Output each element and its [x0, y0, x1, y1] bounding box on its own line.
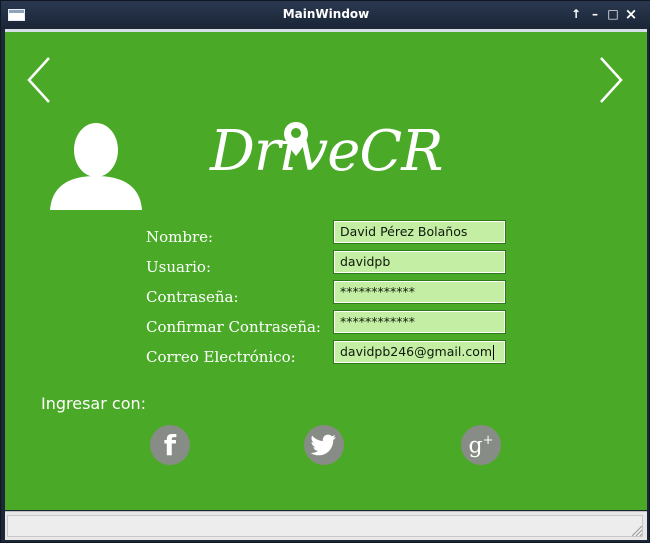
title-bar[interactable]: MainWindow ↑ – □ ×	[1, 1, 650, 29]
shade-button[interactable]: ↑	[568, 6, 584, 22]
logo-text: DriveCR	[210, 119, 443, 184]
nombre-input[interactable]: David Pérez Bolaños	[333, 220, 506, 244]
usuario-input[interactable]: davidpb	[333, 250, 506, 274]
usuario-label: Usuario:	[146, 258, 211, 276]
next-button[interactable]	[595, 55, 625, 105]
twitter-button[interactable]	[304, 425, 344, 465]
confirmar-contrasena-label: Confirmar Contraseña:	[146, 318, 321, 336]
status-bar	[5, 511, 647, 540]
contrasena-label: Contraseña:	[146, 288, 239, 306]
user-avatar-icon	[50, 122, 142, 214]
correo-label: Correo Electrónico:	[146, 348, 296, 366]
correo-input-text: davidpb246@gmail.com	[340, 344, 493, 359]
contrasena-input[interactable]: ************	[333, 280, 506, 304]
text-cursor	[493, 345, 495, 360]
main-content: DriveCR Nombre: David Pérez Bolaños Usua…	[5, 29, 647, 510]
google-plus-button[interactable]: g+	[461, 425, 501, 465]
chevron-left-icon	[27, 57, 50, 103]
facebook-button[interactable]: f	[150, 425, 190, 465]
main-window: MainWindow ↑ – □ × DriveCR Nombre: David…	[0, 0, 650, 543]
twitter-icon	[311, 434, 336, 456]
resize-grip-icon[interactable]	[631, 525, 643, 537]
google-plus-icon: g+	[469, 421, 494, 466]
drivecr-logo: DriveCR	[210, 117, 443, 187]
google-plus-g: g	[468, 433, 483, 459]
chevron-right-icon	[600, 57, 623, 103]
window-title: MainWindow	[282, 7, 370, 21]
nombre-label: Nombre:	[146, 228, 214, 246]
prev-button[interactable]	[25, 55, 55, 105]
confirmar-contrasena-input[interactable]: ************	[333, 310, 506, 334]
ingresar-con-label: Ingresar con:	[41, 394, 147, 413]
close-button[interactable]: ×	[623, 6, 639, 22]
status-bar-field	[7, 515, 643, 537]
correo-input[interactable]: davidpb246@gmail.com	[333, 340, 506, 364]
google-plus-sign: +	[482, 433, 494, 449]
map-pin-icon	[284, 122, 308, 156]
maximize-button[interactable]: □	[605, 6, 621, 22]
facebook-icon: f	[163, 429, 177, 462]
minimize-button[interactable]: –	[587, 6, 603, 22]
